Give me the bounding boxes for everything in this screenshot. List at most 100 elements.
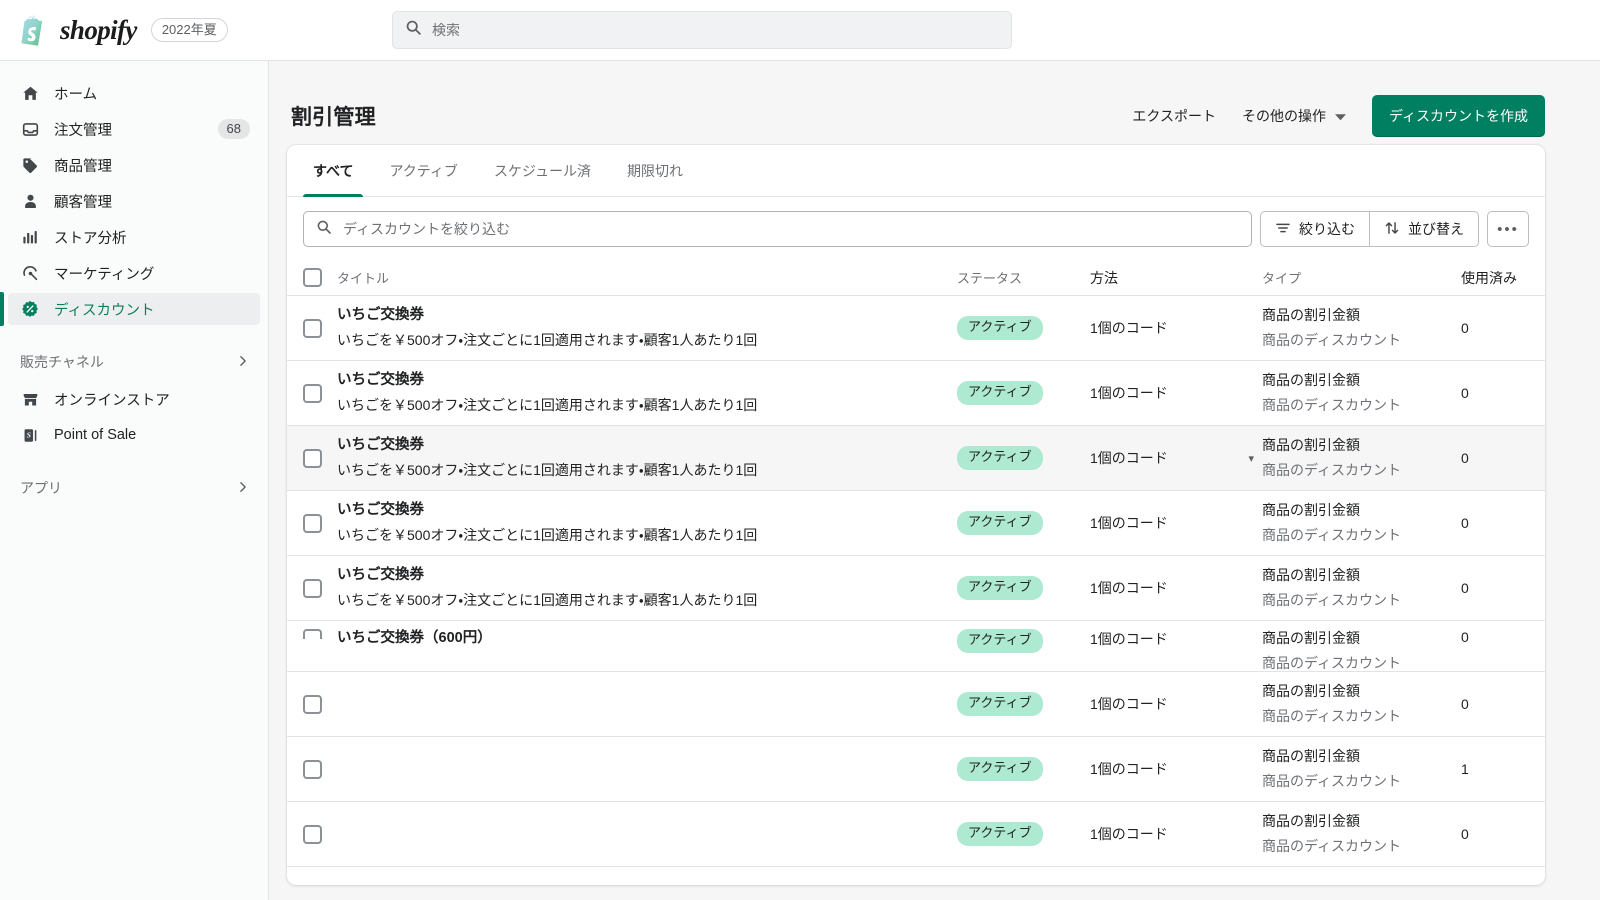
row-status-cell: アクティブ: [957, 692, 1090, 716]
row-subtitle: いちごを￥500オフ・注文ごとに1回適用されます・顧客1人あたり1回: [337, 332, 758, 349]
row-checkbox[interactable]: [303, 759, 322, 779]
row-checkbox[interactable]: [303, 694, 322, 714]
analytics-icon: [20, 227, 40, 247]
row-type-main: 商品の割引金額: [1262, 436, 1360, 453]
select-all-checkbox[interactable]: [303, 268, 322, 287]
sidebar-item-products[interactable]: 商品管理: [8, 149, 260, 181]
row-title: いちご交換券: [337, 566, 424, 583]
row-status-cell: アクティブ: [957, 511, 1090, 535]
row-method-cell: 1個のコード ▾: [1090, 448, 1262, 468]
row-select-cell: [303, 824, 335, 844]
row-type-cell: 商品の割引金額 商品のディスカウント: [1262, 812, 1451, 856]
search-icon: [405, 19, 422, 41]
row-checkbox[interactable]: [303, 629, 322, 639]
row-method: 1個のコード: [1090, 515, 1168, 531]
row-title-cell: いちご交換券 いちごを￥500オフ・注文ごとに1回適用されます・顧客1人あたり1回: [335, 501, 957, 545]
shopify-logo-icon: [20, 14, 50, 46]
search-icon: [316, 219, 332, 240]
sidebar-label-marketing: マーケティング: [54, 266, 155, 283]
sidebar-item-analytics[interactable]: ストア分析: [8, 221, 260, 253]
table-row[interactable]: アクティブ 1個のコード 商品の割引金額商品のディスカウント 1: [287, 737, 1545, 802]
table-row[interactable]: いちご交換券 いちごを￥500オフ・注文ごとに1回適用されます・顧客1人あたり1回…: [287, 556, 1545, 621]
table-row[interactable]: アクティブ 1個のコード 商品の割引金額 商品のディスカウント 0: [287, 802, 1545, 867]
more-actions-button[interactable]: その他の操作: [1242, 106, 1346, 126]
tab-bar: すべて アクティブ スケジュール済 期限切れ: [287, 145, 1545, 197]
status-badge: アクティブ: [957, 381, 1043, 405]
row-checkbox[interactable]: [303, 824, 322, 844]
table-row[interactable]: いちご交換券 いちごを￥500オフ・注文ごとに1回適用されます・顧客1人あたり1回…: [287, 296, 1545, 361]
tab-scheduled[interactable]: スケジュール済: [476, 145, 609, 196]
row-select-cell: [303, 694, 335, 714]
sidebar-item-home[interactable]: ホーム: [8, 77, 260, 109]
row-select-cell: [303, 383, 335, 403]
products-icon: [20, 155, 40, 175]
row-subtitle: いちごを￥500オフ・注文ごとに1回適用されます・顧客1人あたり1回: [337, 397, 758, 414]
discounts-card: すべて アクティブ スケジュール済 期限切れ ディスカウントを絞り込む 絞り込む…: [287, 145, 1545, 885]
sidebar-item-marketing[interactable]: マーケティング: [8, 257, 260, 289]
row-type-sub: 商品のディスカウント: [1262, 772, 1402, 789]
column-header-title: タイトル: [337, 271, 390, 286]
sidebar-section-sales-channels[interactable]: 販売チャネル: [8, 347, 260, 377]
export-button[interactable]: エクスポート: [1132, 106, 1216, 126]
storefront-icon: [20, 389, 40, 409]
sidebar-item-online-store[interactable]: オンラインストア: [8, 383, 260, 415]
sidebar-item-discounts[interactable]: ディスカウント: [0, 292, 260, 326]
row-method-cell: 1個のコード: [1090, 578, 1262, 598]
filter-button[interactable]: 絞り込む: [1260, 211, 1370, 247]
filter-button-label: 絞り込む: [1299, 221, 1355, 237]
row-method-cell: 1個のコード: [1090, 383, 1262, 403]
row-method: 1個のコード: [1090, 320, 1168, 336]
status-badge: アクティブ: [957, 446, 1043, 470]
ellipsis-icon[interactable]: •••: [1487, 211, 1529, 247]
row-type-main: 商品の割引金額: [1262, 371, 1360, 388]
chevron-right-icon: [236, 354, 250, 371]
sidebar-item-orders[interactable]: 注文管理 68: [8, 113, 260, 145]
page-header: 割引管理 エクスポート その他の操作 ディスカウントを作成: [269, 61, 1600, 145]
row-type-sub: 商品のディスカウント: [1262, 654, 1402, 671]
row-used-count: 0: [1461, 515, 1469, 531]
sidebar-label-point-of-sale: Point of Sale: [54, 427, 137, 443]
chevron-down-icon[interactable]: ▾: [1248, 452, 1262, 465]
table-row[interactable]: いちご交換券 いちごを￥500オフ・注文ごとに1回適用されます・顧客1人あたり1回…: [287, 491, 1545, 556]
sidebar-label-customers: 顧客管理: [54, 194, 112, 211]
row-method: 1個のコード: [1090, 761, 1168, 777]
orders-icon: [20, 119, 40, 139]
row-select-cell: [303, 578, 335, 598]
status-badge: アクティブ: [957, 511, 1043, 535]
global-search-input[interactable]: 検索: [392, 11, 1012, 49]
row-subtitle: いちごを￥500オフ・注文ごとに1回適用されます・顧客1人あたり1回: [337, 462, 758, 479]
row-used-count: 0: [1461, 629, 1469, 645]
tab-expired[interactable]: 期限切れ: [609, 145, 701, 196]
row-type-main: 商品の割引金額: [1262, 747, 1360, 764]
table-row[interactable]: いちご交換券 いちごを￥500オフ・注文ごとに1回適用されます・顧客1人あたり1回…: [287, 361, 1545, 426]
row-used-count: 1: [1461, 761, 1469, 777]
row-type-main: 商品の割引金額: [1262, 306, 1360, 323]
row-checkbox[interactable]: [303, 383, 322, 403]
create-discount-button[interactable]: ディスカウントを作成: [1371, 95, 1545, 137]
sort-button-label: 並び替え: [1408, 221, 1464, 237]
row-checkbox[interactable]: [303, 448, 322, 468]
tab-all[interactable]: すべて: [295, 145, 371, 197]
table-row[interactable]: いちご交換券（600円） アクティブ 1個のコード 商品の割引金額 商品のディスカウント…: [287, 621, 1545, 672]
discount-filter-input[interactable]: ディスカウントを絞り込む: [303, 211, 1252, 247]
row-used-count: 0: [1461, 826, 1469, 842]
row-method: 1個のコード: [1090, 385, 1168, 401]
column-header-used: 使用済み: [1461, 269, 1517, 286]
row-checkbox[interactable]: [303, 578, 322, 598]
row-type-sub: 商品のディスカウント: [1262, 591, 1402, 608]
row-method: 1個のコード: [1090, 450, 1168, 466]
table-row[interactable]: アクティブ 1個のコード 商品の割引金額 商品のディスカウント 0: [287, 672, 1545, 737]
sort-button[interactable]: 並び替え: [1370, 211, 1479, 247]
sidebar-item-point-of-sale[interactable]: S Point of Sale: [8, 419, 260, 451]
row-method: 1個のコード: [1090, 631, 1168, 647]
table-row[interactable]: いちご交換券 いちごを￥500オフ・注文ごとに1回適用されます・顧客1人あたり1回…: [287, 426, 1545, 491]
row-checkbox[interactable]: [303, 318, 322, 338]
sidebar-section-apps[interactable]: アプリ: [8, 473, 260, 503]
sidebar-item-customers[interactable]: 顧客管理: [8, 185, 260, 217]
row-type-sub: 商品のディスカウント: [1262, 707, 1402, 724]
row-method-cell: 1個のコード: [1090, 513, 1262, 533]
row-type-sub: 商品のディスカウント: [1262, 396, 1402, 413]
row-checkbox[interactable]: [303, 513, 322, 533]
tab-active[interactable]: アクティブ: [371, 145, 475, 196]
row-status-cell: アクティブ: [957, 757, 1090, 781]
